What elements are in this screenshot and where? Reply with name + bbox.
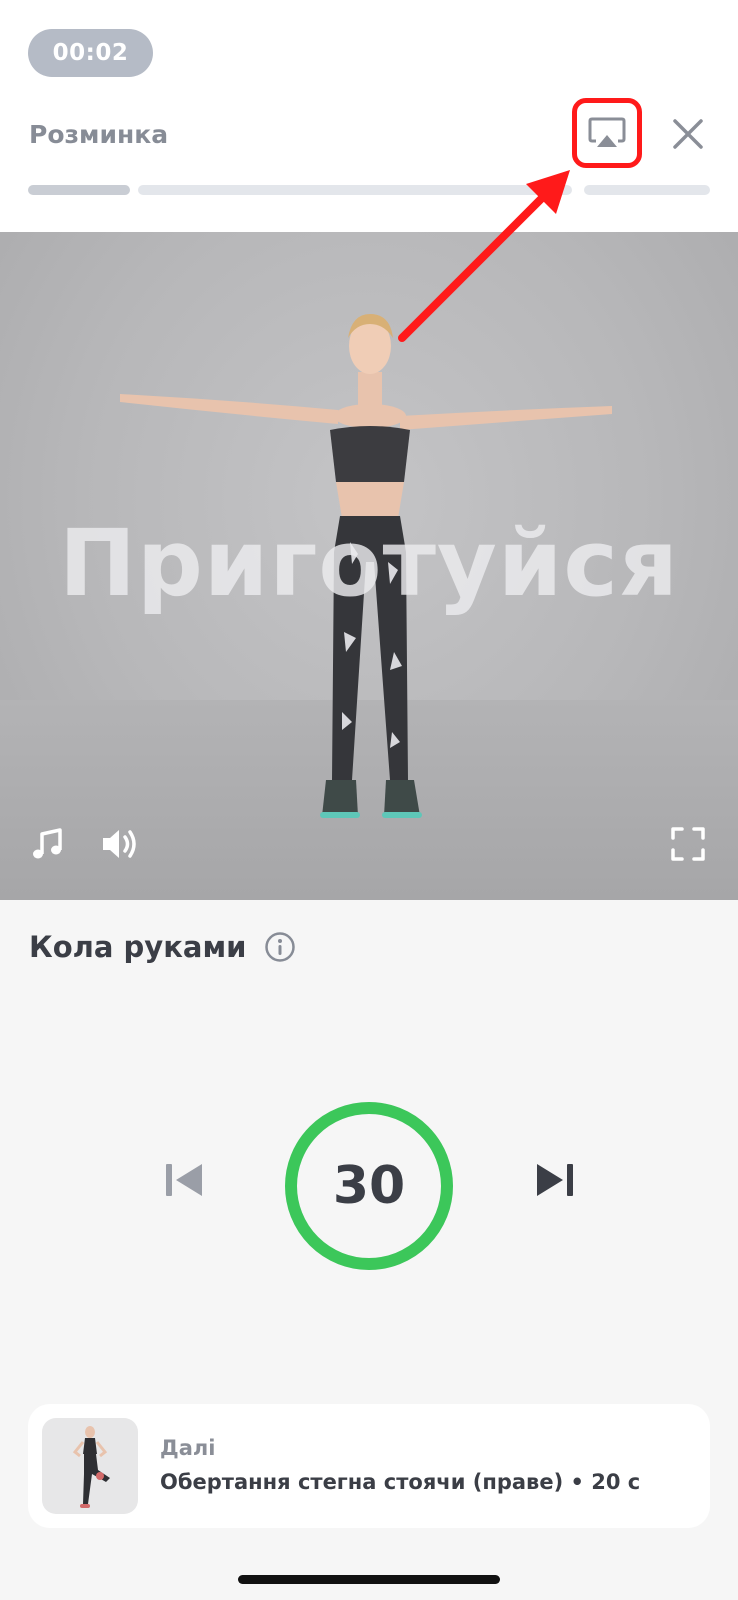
elapsed-timer: 00:02 [28, 29, 153, 77]
info-icon [265, 932, 296, 962]
exercise-video[interactable]: Приготуйся [0, 232, 738, 900]
section-title: Розминка [29, 120, 169, 149]
progress-segment [28, 185, 130, 195]
previous-exercise-button[interactable] [159, 1155, 209, 1205]
next-exercise-figure [72, 1426, 110, 1508]
fullscreen-icon [671, 827, 705, 861]
airplay-button[interactable] [572, 98, 642, 168]
up-next-label: Далі [160, 1436, 216, 1460]
skip-next-icon [537, 1164, 573, 1196]
fullscreen-button[interactable] [666, 822, 710, 866]
progress-segment [138, 185, 572, 195]
workout-progress [28, 185, 710, 195]
close-icon [673, 119, 703, 149]
exercise-name: Кола руками [29, 930, 247, 964]
up-next-title: Обертання стегна стоячи (праве) • 20 с [160, 1470, 641, 1494]
volume-icon [103, 830, 136, 858]
progress-segment [584, 185, 710, 195]
up-next-card[interactable]: Далі Обертання стегна стоячи (праве) • 2… [28, 1404, 710, 1528]
music-note-icon [33, 828, 62, 859]
airplay-icon [588, 117, 626, 147]
volume-button[interactable] [98, 822, 142, 866]
next-exercise-button[interactable] [530, 1155, 580, 1205]
close-button[interactable] [664, 110, 712, 158]
music-button[interactable] [26, 822, 70, 866]
exercise-controls: Кола руками 30 Далі Обертання стегна сто… [0, 900, 738, 1600]
exercise-header: Кола руками [29, 930, 296, 964]
next-exercise-thumbnail [42, 1418, 138, 1514]
home-indicator[interactable] [238, 1575, 500, 1584]
skip-previous-icon [166, 1164, 202, 1196]
info-button[interactable] [264, 931, 296, 963]
countdown-value: 30 [332, 1156, 406, 1216]
get-ready-overlay: Приготуйся [59, 510, 679, 617]
countdown-timer[interactable]: 30 [283, 1100, 455, 1272]
